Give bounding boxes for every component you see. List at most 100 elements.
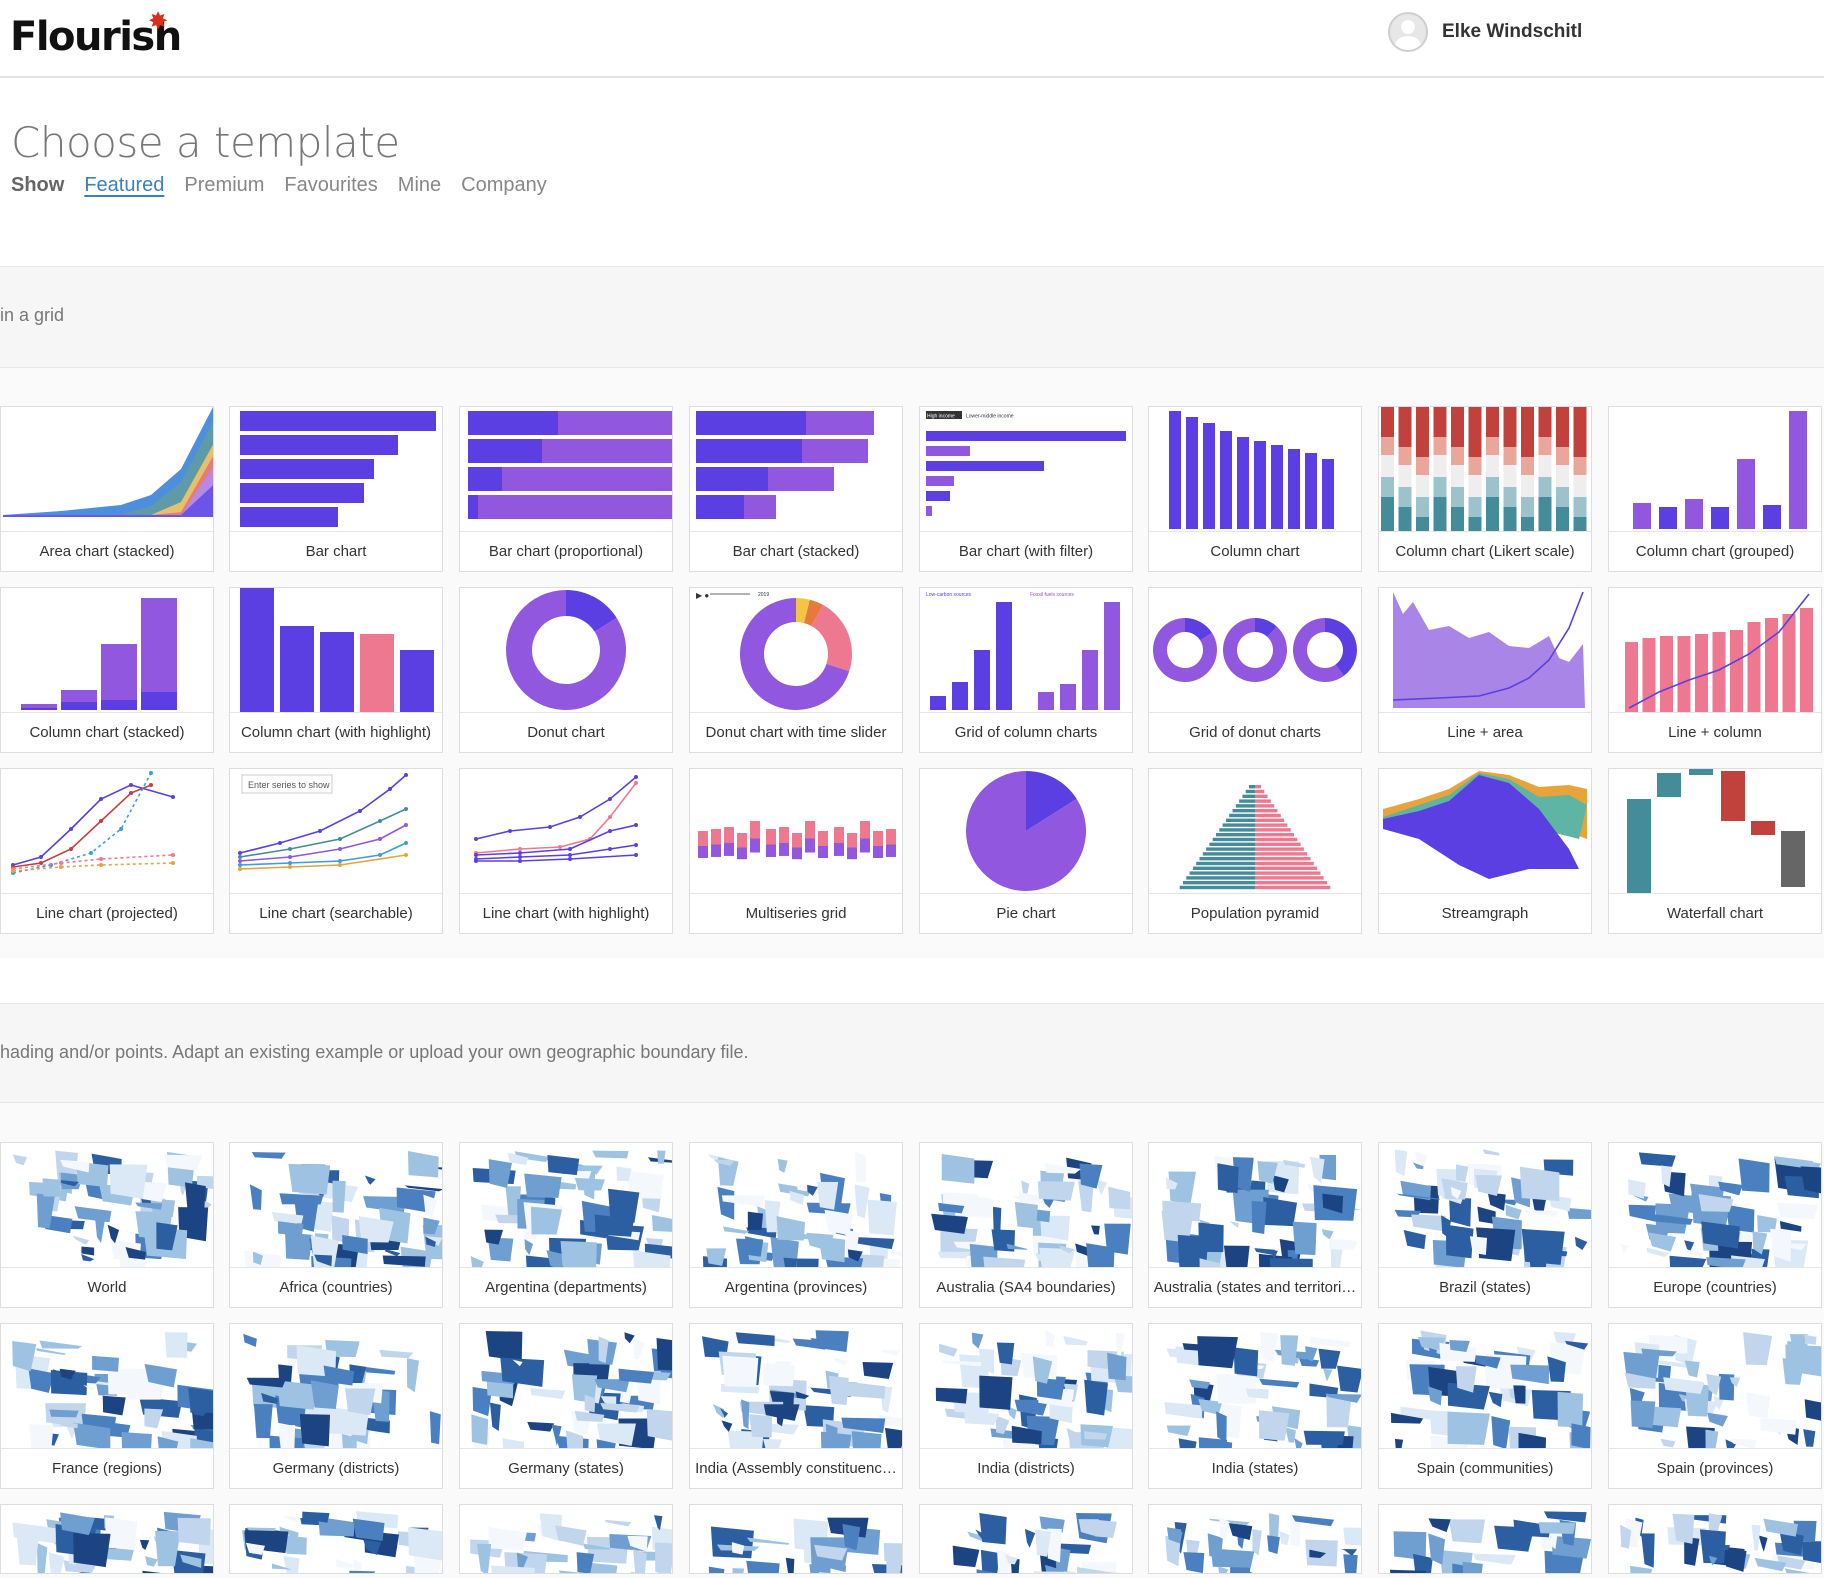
map-template-card[interactable]: Argentina (provinces) (689, 1142, 903, 1308)
map-template-card[interactable]: Germany (districts) (229, 1323, 443, 1489)
map-region (28, 1368, 55, 1393)
chart-template-card[interactable]: ▶ ● 2019 Donut chart with time slider (689, 587, 903, 753)
chart-template-card[interactable]: High income Lower-middle income Bar chart … (919, 406, 1133, 572)
bar-mark (1765, 618, 1778, 712)
bar-mark (1451, 507, 1464, 531)
map-template-card[interactable] (229, 1504, 443, 1574)
chart-template-card[interactable]: Streamgraph (1378, 768, 1592, 934)
thumb-text: Lower-middle income (966, 414, 1014, 420)
bar-mark (1189, 871, 1255, 875)
chart-template-card[interactable]: Column chart (stacked) (0, 587, 214, 753)
chart-template-card[interactable]: Column chart (grouped) (1608, 406, 1822, 572)
map-region (1223, 1245, 1250, 1267)
bar-mark (1486, 455, 1499, 477)
map-template-card[interactable] (689, 1504, 903, 1574)
map-region (1294, 1438, 1303, 1448)
map-region (1684, 1240, 1695, 1252)
map-template-card[interactable]: Australia (SA4 boundaries) (919, 1142, 1133, 1308)
chart-thumbnail (230, 588, 442, 712)
chart-template-card[interactable]: Bar chart (stacked) (689, 406, 903, 572)
template-label: Argentina (departments) (460, 1267, 672, 1307)
map-region (992, 1206, 1002, 1238)
point-mark (404, 823, 408, 827)
map-template-card[interactable]: Europe (countries) (1608, 1142, 1822, 1308)
filter-featured[interactable]: Featured (84, 174, 164, 197)
chart-template-card[interactable]: Column chart (Likert scale) (1378, 406, 1592, 572)
chart-template-card[interactable]: Bar chart (229, 406, 443, 572)
map-template-card[interactable] (1378, 1504, 1592, 1574)
chart-template-card[interactable]: Line + column (1608, 587, 1822, 753)
template-label: Bar chart (with filter) (920, 531, 1132, 571)
point-mark (548, 825, 552, 829)
map-template-card[interactable]: Spain (provinces) (1608, 1323, 1822, 1489)
point-mark (518, 855, 522, 859)
bar-mark (1538, 477, 1552, 497)
map-template-card[interactable]: Germany (states) (459, 1323, 673, 1489)
map-region (1776, 1202, 1819, 1220)
map-template-card[interactable]: Africa (countries) (229, 1142, 443, 1308)
map-template-card[interactable]: Australia (states and territori… (1148, 1142, 1362, 1308)
bar-mark (711, 844, 721, 857)
template-label: Column chart (stacked) (1, 712, 213, 752)
bar-mark (996, 602, 1012, 710)
map-template-card[interactable] (1608, 1504, 1822, 1574)
chart-template-card[interactable]: Population pyramid (1148, 768, 1362, 934)
map-template-card[interactable]: Brazil (states) (1378, 1142, 1592, 1308)
chart-template-card[interactable]: Column chart (1148, 406, 1362, 572)
map-template-card[interactable]: Argentina (departments) (459, 1142, 673, 1308)
chart-template-card[interactable]: Column chart (with highlight) (229, 587, 443, 753)
map-region (29, 1424, 54, 1448)
map-template-card[interactable] (919, 1504, 1133, 1574)
map-template-card[interactable]: India (states) (1148, 1323, 1362, 1489)
bar-mark (768, 467, 834, 491)
chart-template-card[interactable]: Waterfall chart (1608, 768, 1822, 934)
chart-template-card[interactable]: Grid of donut charts (1148, 587, 1362, 753)
map-template-card[interactable] (459, 1504, 673, 1574)
chart-thumbnail-svg (506, 590, 626, 710)
map-region (489, 1402, 501, 1431)
template-label: Waterfall chart (1609, 893, 1821, 933)
chart-template-card[interactable]: Donut chart (459, 587, 673, 753)
map-region (1660, 1438, 1676, 1448)
chart-template-card[interactable]: Line + area (1378, 587, 1592, 753)
map-template-card[interactable]: Spain (communities) (1378, 1323, 1592, 1489)
filter-company[interactable]: Company (461, 174, 547, 197)
chart-template-card[interactable]: Line chart (with highlight) (459, 768, 673, 934)
chart-template-card[interactable]: Pie chart (919, 768, 1133, 934)
chart-template-card[interactable]: Low-carbon sources Fossil fuels sources Gr… (919, 587, 1133, 753)
chart-template-card[interactable]: Line chart (projected) (0, 768, 214, 934)
point-mark (518, 851, 522, 855)
map-region (655, 1542, 672, 1573)
map-thumbnail-svg (1161, 1154, 1361, 1267)
bar-mark (1416, 497, 1429, 517)
thumb-text: 2019 (758, 592, 769, 598)
chart-template-card[interactable]: Area chart (stacked) (0, 406, 214, 572)
map-template-card[interactable]: World (0, 1142, 214, 1308)
filter-favourites[interactable]: Favourites (284, 174, 377, 197)
chart-template-card[interactable]: Multiseries grid (689, 768, 903, 934)
map-template-card[interactable] (0, 1504, 214, 1574)
bar-mark (873, 831, 883, 846)
filter-mine[interactable]: Mine (398, 174, 441, 197)
user-menu[interactable]: Elke Windschitl (1388, 12, 1582, 52)
bar-mark (1538, 407, 1552, 437)
map-region (588, 1562, 618, 1573)
map-region (1024, 1528, 1036, 1548)
user-name[interactable]: Elke Windschitl (1442, 21, 1582, 43)
map-template-card[interactable] (1148, 1504, 1362, 1574)
chart-template-card[interactable]: Bar chart (proportional) (459, 406, 673, 572)
bar-mark (1255, 818, 1285, 822)
map-region (749, 1414, 773, 1438)
bar-mark (1305, 453, 1317, 529)
map-template-card[interactable]: India (Assembly constituenc… (689, 1323, 903, 1489)
chart-template-card[interactable]: Enter series to show Line chart (searchab… (229, 768, 443, 934)
avatar[interactable] (1388, 12, 1428, 52)
filter-premium[interactable]: Premium (184, 174, 264, 197)
bar-mark (1573, 457, 1587, 475)
dot1 (12, 772, 152, 874)
map-template-card[interactable]: France (regions) (0, 1323, 214, 1489)
chart-thumbnail (1, 769, 213, 893)
map-thumbnail (230, 1324, 442, 1448)
map-region (633, 1337, 645, 1360)
map-template-card[interactable]: India (districts) (919, 1323, 1133, 1489)
